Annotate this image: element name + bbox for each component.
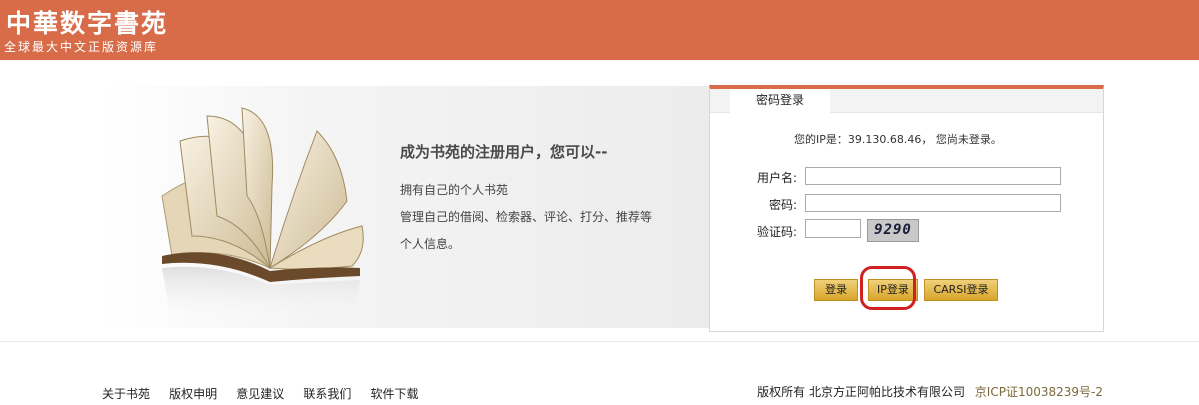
carsi-login-button[interactable]: CARSI登录 xyxy=(924,279,998,301)
captcha-label: 验证码: xyxy=(756,225,797,239)
password-label: 密码: xyxy=(768,198,797,212)
promo-line-1: 拥有自己的个人书苑 xyxy=(400,183,509,197)
footer-link-download[interactable]: 软件下载 xyxy=(370,385,418,402)
username-label: 用户名: xyxy=(756,171,797,185)
promo-title: 成为书苑的注册用户，您可以-- xyxy=(400,143,608,161)
footer-link-contact[interactable]: 联系我们 xyxy=(303,385,351,402)
header-bar: 中華数字書苑 全球最大中文正版资源库 xyxy=(0,0,1199,60)
ip-login-highlight-ring xyxy=(860,266,916,310)
footer-copyright-block: 版权所有 北京方正阿帕比技术有限公司 京ICP证10038239号-2 xyxy=(757,383,1103,400)
footer-divider xyxy=(0,341,1199,342)
logo-title[interactable]: 中華数字書苑 xyxy=(6,4,168,40)
captcha-input[interactable] xyxy=(805,219,861,238)
tab-password-login[interactable]: 密码登录 xyxy=(730,89,830,113)
footer-links: 关于书苑 版权申明 意见建议 联系我们 软件下载 xyxy=(102,383,432,402)
footer-link-copyright[interactable]: 版权申明 xyxy=(169,385,217,402)
footer-link-about[interactable]: 关于书苑 xyxy=(102,385,150,402)
footer-icp-link[interactable]: 京ICP证10038239号-2 xyxy=(975,385,1103,399)
promo-banner: 成为书苑的注册用户，您可以-- 拥有自己的个人书苑 管理自己的借阅、检索器、评论… xyxy=(102,86,709,328)
login-panel: 密码登录 您的IP是：39.130.68.46， 您尚未登录。 用户名: 密码:… xyxy=(709,85,1104,332)
ip-status-text: 您的IP是：39.130.68.46， 您尚未登录。 xyxy=(794,133,1002,146)
login-button[interactable]: 登录 xyxy=(814,279,858,301)
captcha-image[interactable]: 9290 xyxy=(867,219,919,242)
open-book-illustration xyxy=(161,107,364,326)
password-input[interactable] xyxy=(805,194,1061,212)
footer-link-feedback[interactable]: 意见建议 xyxy=(236,385,284,402)
login-tab-strip: 密码登录 xyxy=(710,89,1103,113)
logo-subtitle: 全球最大中文正版资源库 xyxy=(4,40,159,54)
footer-copyright: 版权所有 北京方正阿帕比技术有限公司 xyxy=(757,385,965,399)
username-input[interactable] xyxy=(805,167,1061,185)
promo-line-2: 管理自己的借阅、检索器、评论、打分、推荐等 xyxy=(400,210,653,224)
promo-line-3: 个人信息。 xyxy=(400,237,461,251)
